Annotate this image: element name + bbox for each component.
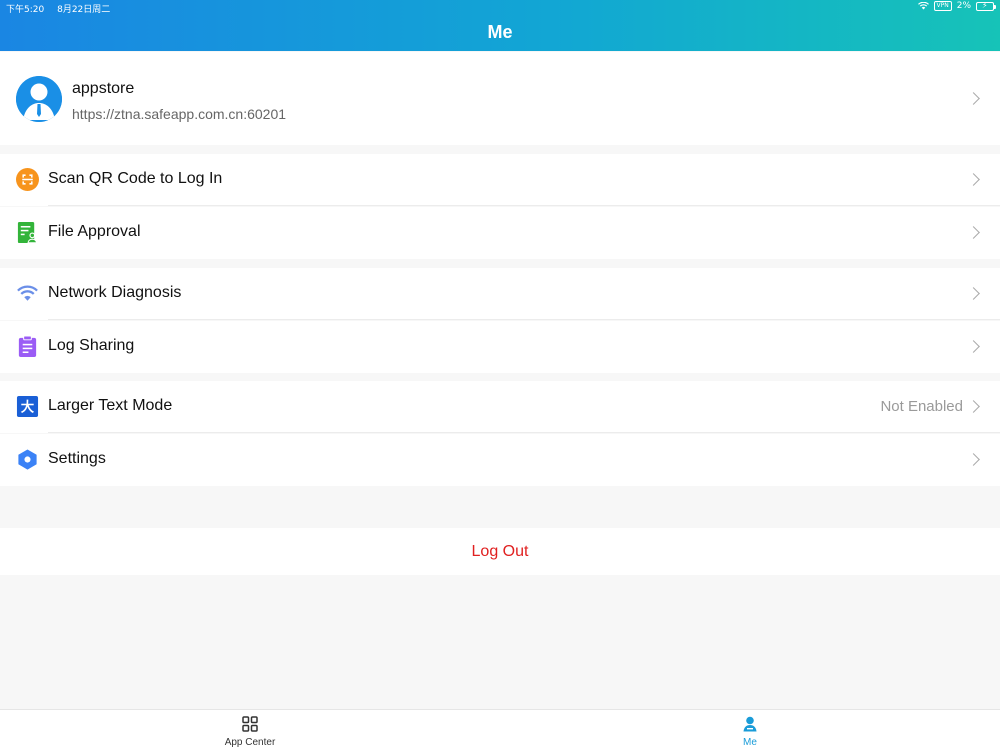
logout-button[interactable]: Log Out: [0, 528, 1000, 575]
status-date: 8月22日周二: [57, 5, 111, 15]
wifi-status-icon: [917, 2, 929, 10]
divider: [48, 432, 1000, 433]
menu-item-label: Scan QR Code to Log In: [48, 170, 223, 187]
clipboard-icon: [18, 335, 37, 358]
tab-me[interactable]: Me: [690, 710, 810, 750]
app-header: 下午5:20 8月22日周二 VPN 2% ⚡ Me: [0, 0, 1000, 51]
page-title: Me: [487, 22, 513, 42]
wifi-icon: [17, 285, 38, 301]
qr-scan-icon: [16, 168, 39, 191]
menu-item-settings[interactable]: Settings: [0, 434, 1000, 486]
chevron-right-icon: [967, 400, 980, 413]
svg-text:大: 大: [21, 398, 35, 415]
profile-card[interactable]: appstore https://ztna.safeapp.com.cn:602…: [0, 52, 1000, 145]
status-bar-right: VPN 2% ⚡: [917, 1, 996, 11]
grid-icon: [242, 716, 258, 732]
user-avatar-icon: [16, 76, 62, 122]
chevron-right-icon: [967, 453, 980, 466]
vpn-badge: VPN: [933, 1, 952, 11]
chevron-right-icon: [967, 92, 980, 105]
tab-bar: App Center Me: [0, 709, 1000, 750]
menu-item-scan-qr[interactable]: Scan QR Code to Log In: [0, 154, 1000, 206]
status-time: 下午5:20: [6, 5, 45, 15]
chevron-right-icon: [967, 173, 980, 186]
chevron-right-icon: [967, 340, 980, 353]
avatar: [16, 76, 62, 122]
menu-item-label: Network Diagnosis: [48, 284, 182, 301]
battery-icon: ⚡: [976, 1, 996, 11]
chevron-right-icon: [967, 287, 980, 300]
person-icon: [743, 716, 757, 732]
status-bar-left: 下午5:20 8月22日周二: [6, 2, 120, 15]
menu-item-label: File Approval: [48, 223, 141, 240]
tab-label: Me: [743, 737, 757, 748]
tab-app-center[interactable]: App Center: [190, 710, 310, 750]
menu-item-network-diagnosis[interactable]: Network Diagnosis: [0, 268, 1000, 320]
divider: [48, 205, 1000, 206]
larger-text-status: Not Enabled: [880, 398, 963, 415]
logout-label: Log Out: [471, 543, 529, 560]
menu-item-file-approval[interactable]: File Approval: [0, 207, 1000, 259]
menu-item-larger-text[interactable]: 大 Larger Text Mode Not Enabled: [0, 381, 1000, 433]
menu-item-log-sharing[interactable]: Log Sharing: [0, 321, 1000, 373]
chevron-right-icon: [967, 226, 980, 239]
divider: [48, 319, 1000, 320]
battery-percent: 2%: [956, 1, 971, 11]
menu-item-label: Log Sharing: [48, 337, 135, 354]
profile-name: appstore: [72, 80, 135, 97]
file-approval-icon: [17, 221, 38, 244]
profile-url: https://ztna.safeapp.com.cn:60201: [72, 106, 287, 122]
menu-item-label: Larger Text Mode: [48, 397, 173, 414]
settings-hex-icon: [18, 449, 37, 470]
tab-label: App Center: [224, 737, 276, 748]
large-text-icon: 大: [16, 395, 39, 418]
menu-item-label: Settings: [48, 450, 106, 467]
